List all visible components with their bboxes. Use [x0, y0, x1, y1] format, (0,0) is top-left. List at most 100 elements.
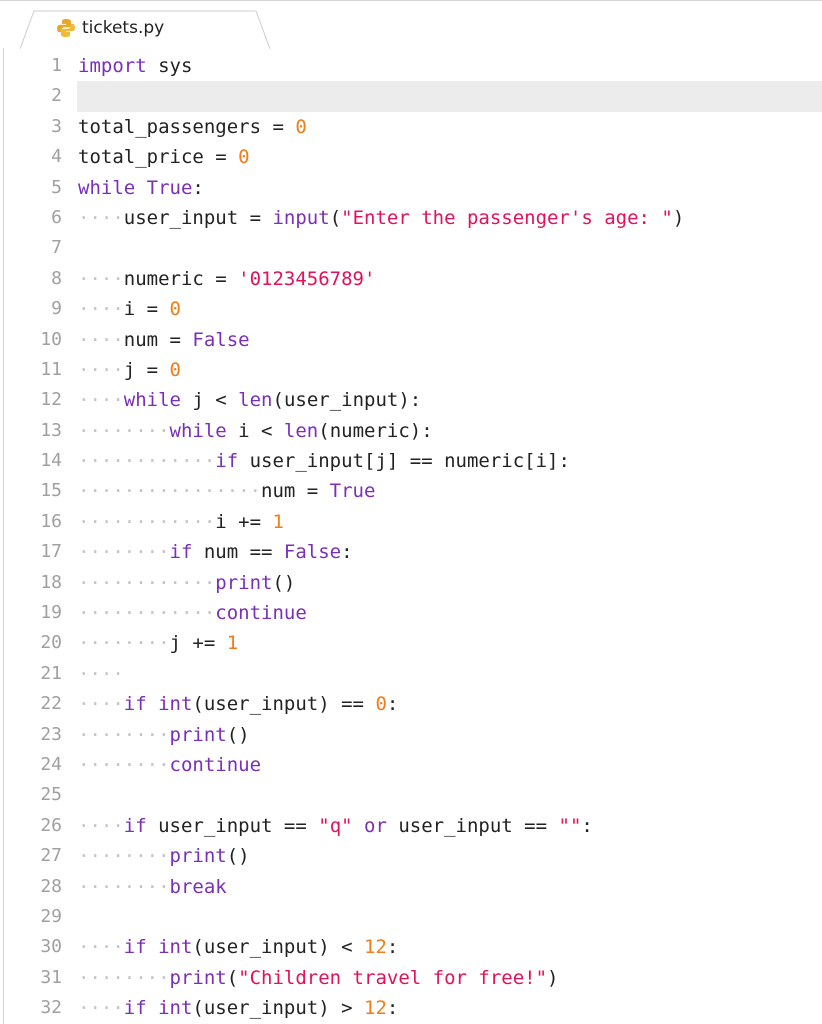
- code-line[interactable]: 21 ····: [0, 659, 822, 689]
- code-line[interactable]: 8 ····numeric = '0123456789': [0, 264, 822, 294]
- code-line[interactable]: 9 ····i = 0: [0, 294, 822, 324]
- code-token: "q": [318, 814, 353, 837]
- code-line[interactable]: 23 ········print(): [0, 720, 822, 750]
- code-line[interactable]: 30 ····if int(user_input) < 12:: [0, 932, 822, 962]
- code-line[interactable]: 2: [0, 81, 822, 112]
- code-text: import sys: [78, 51, 192, 81]
- code-text: ····numeric = '0123456789': [78, 264, 375, 294]
- code-line[interactable]: 17 ········if num == False:: [0, 537, 822, 567]
- line-number: 27: [40, 845, 62, 867]
- code-text: ····user_input = input("Enter the passen…: [78, 203, 684, 233]
- whitespace-marker: ····: [78, 662, 124, 685]
- code-token: ): [547, 966, 559, 989]
- code-line[interactable]: 7: [0, 233, 822, 263]
- line-number: 22: [40, 693, 62, 715]
- code-text: ········break: [78, 872, 227, 902]
- tab-tickets-py[interactable]: tickets.py: [20, 10, 270, 49]
- line-number: 2: [51, 85, 62, 107]
- whitespace-marker: ········: [78, 753, 170, 776]
- code-line[interactable]: 19 ············continue: [0, 598, 822, 628]
- code-line[interactable]: 11 ····j = 0: [0, 355, 822, 385]
- line-number: 28: [40, 875, 62, 897]
- python-icon: [57, 19, 75, 37]
- code-line[interactable]: 26 ····if user_input == "q" or user_input…: [0, 811, 822, 841]
- whitespace-marker: ············: [78, 510, 216, 533]
- code-editor[interactable]: 1 import sys 2 3 total_passengers = 0 4 total_…: [0, 51, 822, 1024]
- code-token: len: [238, 389, 273, 412]
- code-token: if int: [123, 997, 193, 1020]
- code-token: :: [386, 997, 399, 1020]
- code-token: :: [581, 814, 593, 837]
- code-line[interactable]: 5 while True:: [0, 173, 822, 203]
- line-number: 14: [40, 450, 62, 472]
- code-text: ····: [78, 659, 124, 689]
- code-line[interactable]: 16 ············i += 1: [0, 507, 822, 537]
- code-line[interactable]: 13 ········while i < len(numeric):: [0, 416, 822, 446]
- line-number: 32: [40, 997, 62, 1019]
- code-token: j =: [123, 358, 170, 381]
- code-token: (user_input) ==: [192, 693, 376, 716]
- code-text: ········if num == False:: [78, 537, 353, 567]
- code-token: print: [169, 845, 227, 868]
- code-line[interactable]: 27 ········print(): [0, 841, 822, 871]
- code-line[interactable]: 31 ········print("Children travel for fre…: [0, 963, 822, 993]
- code-text: ········while i < len(numeric):: [78, 416, 433, 446]
- code-line[interactable]: 20 ········j += 1: [0, 628, 822, 658]
- code-line[interactable]: 28 ········break: [0, 872, 822, 902]
- whitespace-marker: ········: [78, 875, 170, 898]
- code-token: 1: [226, 632, 239, 655]
- code-text: ····if user_input == "q" or user_input =…: [78, 811, 593, 841]
- code-line[interactable]: 24 ········continue: [0, 750, 822, 780]
- line-number: 9: [51, 298, 62, 320]
- code-line[interactable]: 12 ····while j < len(user_input):: [0, 385, 822, 415]
- code-token: if: [123, 814, 147, 837]
- code-token: "Children travel for free!": [238, 966, 548, 989]
- code-token: num =: [261, 480, 330, 503]
- code-token: continue: [215, 602, 307, 625]
- code-line[interactable]: 29: [0, 902, 822, 932]
- code-token: i <: [226, 419, 284, 442]
- active-line-highlight: [77, 81, 822, 112]
- code-line[interactable]: 1 import sys: [0, 51, 822, 81]
- code-line[interactable]: 3 total_passengers = 0: [0, 112, 822, 142]
- code-token: "Enter the passenger's age: ": [341, 206, 673, 229]
- code-token: 0: [238, 146, 250, 169]
- code-line[interactable]: 6 ····user_input = input("Enter the passe…: [0, 203, 822, 233]
- line-number: 11: [40, 358, 62, 380]
- code-token: if int: [123, 936, 193, 959]
- code-line[interactable]: 25: [0, 780, 822, 810]
- code-token: :: [192, 176, 204, 199]
- whitespace-marker: ············: [78, 450, 216, 473]
- line-number: 17: [40, 541, 62, 563]
- code-token: 0: [169, 358, 181, 381]
- code-text: ············continue: [78, 598, 307, 628]
- code-line[interactable]: 22 ····if int(user_input) == 0:: [0, 689, 822, 719]
- line-number: 13: [40, 419, 62, 441]
- line-number: 4: [51, 146, 62, 168]
- line-number: 19: [40, 602, 62, 624]
- whitespace-marker: ····: [78, 936, 124, 959]
- code-text: total_price = 0: [78, 142, 250, 172]
- code-line[interactable]: 14 ············if user_input[j] == numeri…: [0, 446, 822, 476]
- code-token: (user_input):: [272, 389, 422, 412]
- code-token: (): [226, 845, 250, 868]
- code-token: 12: [364, 936, 387, 959]
- code-line[interactable]: 4 total_price = 0: [0, 142, 822, 172]
- code-token: while True: [78, 176, 193, 199]
- code-token: '0123456789': [238, 267, 376, 290]
- code-token: (numeric):: [318, 419, 433, 442]
- code-line[interactable]: 15 ················num = True: [0, 476, 822, 506]
- code-text: ····if int(user_input) < 12:: [78, 932, 398, 962]
- line-number: 21: [40, 662, 62, 684]
- code-line[interactable]: 32 ····if int(user_input) > 12:: [0, 993, 822, 1023]
- code-token: num ==: [192, 541, 284, 564]
- code-line[interactable]: 10 ····num = False: [0, 325, 822, 355]
- code-token: print: [215, 571, 273, 594]
- code-line[interactable]: 18 ············print(): [0, 568, 822, 598]
- line-number: 10: [40, 328, 62, 350]
- code-text: ····while j < len(user_input):: [78, 385, 421, 415]
- code-token: user_input ==: [386, 814, 559, 837]
- code-token: 0: [169, 298, 181, 321]
- whitespace-marker: ····: [78, 693, 124, 716]
- line-number: 23: [40, 723, 62, 745]
